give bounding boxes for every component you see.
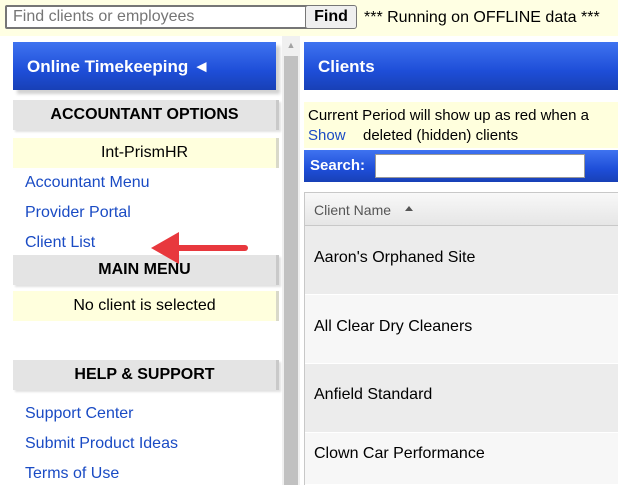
table-row[interactable]: Anfield Standard — [305, 364, 618, 433]
scrollbar-thumb[interactable] — [284, 56, 298, 485]
sidebar: Online Timekeeping ◄ ACCOUNTANT OPTIONS … — [0, 36, 282, 485]
support-center-link[interactable]: Support Center — [25, 405, 134, 423]
provider-portal-link[interactable]: Provider Portal — [25, 204, 131, 222]
client-name: Anfield Standard — [314, 386, 433, 403]
table-row[interactable]: Aaron's Orphaned Site — [305, 226, 618, 295]
red-pointer-arrow-icon — [151, 232, 248, 264]
offline-status-text: *** Running on OFFLINE data *** — [364, 9, 600, 26]
clients-panel: Clients Current Period will show up as r… — [300, 36, 618, 485]
sidebar-title: Online Timekeeping ◄ — [27, 57, 210, 76]
accountant-menu-link[interactable]: Accountant Menu — [25, 174, 150, 192]
client-list-link[interactable]: Client List — [25, 234, 95, 252]
table-row[interactable]: Clown Car Performance — [305, 433, 618, 485]
clients-header: Clients — [304, 42, 618, 90]
find-clients-employees-input[interactable] — [5, 5, 309, 29]
submit-product-ideas-link[interactable]: Submit Product Ideas — [25, 435, 178, 453]
terms-of-use-link[interactable]: Terms of Use — [25, 465, 119, 483]
top-search-bar: Find *** Running on OFFLINE data *** — [0, 0, 618, 36]
client-name: Aaron's Orphaned Site — [314, 249, 476, 266]
clients-table: Client Name Aaron's Orphaned Site All Cl… — [304, 192, 618, 485]
scroll-up-arrow-icon[interactable]: ▲ — [282, 36, 300, 54]
sidebar-scrollbar[interactable]: ▲ — [282, 36, 300, 485]
period-notice-text: Current Period will show up as red when … — [308, 107, 589, 124]
online-timekeeping-header[interactable]: Online Timekeeping ◄ — [13, 42, 276, 90]
client-search-input[interactable] — [375, 154, 585, 178]
client-name: All Clear Dry Cleaners — [314, 318, 473, 335]
client-name-column-header[interactable]: Client Name — [305, 192, 618, 226]
find-button[interactable]: Find — [305, 5, 357, 29]
client-name: Clown Car Performance — [314, 445, 485, 462]
clients-title: Clients — [318, 57, 375, 76]
help-support-heading: HELP & SUPPORT — [13, 360, 279, 390]
current-provider-label: Int-PrismHR — [13, 138, 279, 168]
sort-ascending-icon — [405, 206, 413, 211]
client-search-bar: Search: — [304, 150, 618, 182]
no-client-selected-box: No client is selected — [13, 291, 279, 321]
period-notice: Current Period will show up as red when … — [304, 102, 618, 148]
column-header-label: Client Name — [314, 202, 392, 218]
search-label: Search: — [310, 157, 366, 174]
show-deleted-link[interactable]: Show — [308, 127, 346, 144]
deleted-clients-text: deleted (hidden) clients — [363, 127, 519, 144]
table-row[interactable]: All Clear Dry Cleaners — [305, 295, 618, 364]
accountant-options-heading: ACCOUNTANT OPTIONS — [13, 100, 279, 130]
